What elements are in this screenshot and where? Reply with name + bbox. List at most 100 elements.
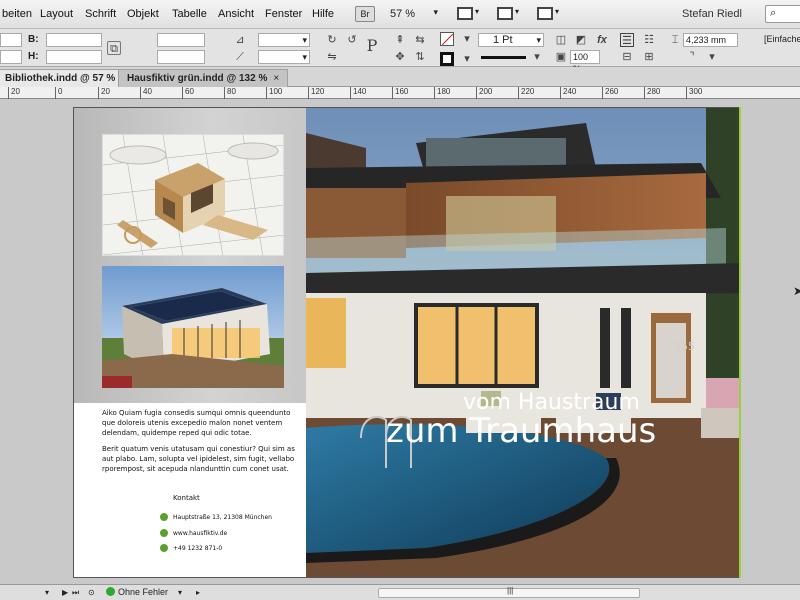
screen-mode-icon (497, 7, 513, 20)
y-field[interactable] (0, 50, 22, 64)
next-page-icon[interactable]: ▶ (62, 588, 68, 597)
control-panel: B: H: ⧉ ⊿ ⟋ ↻ ↺ ⇋ P ⇞ ✥ ⇆ ⇅ ▾ ▾ 1 Pt ▾ ◫… (0, 29, 800, 74)
body-text[interactable]: Aiko Quiam fugia consedis sumqui omnis q… (102, 408, 297, 480)
web-icon (160, 529, 168, 537)
arrange-documents-button[interactable]: ▾ (537, 5, 563, 23)
page-dropdown-icon[interactable]: ▾ (45, 588, 49, 597)
menu-bearbeiten[interactable]: beiten (2, 8, 32, 20)
menu-layout[interactable]: Layout (40, 8, 73, 20)
rotation-field[interactable] (157, 33, 205, 47)
stroke-type-preview[interactable] (481, 56, 526, 59)
distribute-icon[interactable]: ⊞ (642, 50, 656, 64)
headline-line-2[interactable]: zum Traumhaus (386, 411, 656, 451)
body-paragraph: Aiko Quiam fugia consedis sumqui omnis q… (102, 409, 291, 437)
contact-website: www.hausfiktiv.de (173, 530, 228, 537)
document-tabs: Bibliothek.indd @ 57 %× Hausfiktiv grün.… (0, 67, 800, 87)
opacity-field[interactable]: 100 % (570, 50, 600, 74)
tab-hausfiktiv[interactable]: Hausfiktiv grün.indd @ 132 % × (118, 69, 289, 87)
chevron-down-icon: ▾ (709, 51, 715, 63)
user-name[interactable]: Stefan Riedl (682, 8, 742, 20)
screen-mode-button[interactable]: ▾ (497, 5, 523, 23)
scroll-grip-icon: ||| (507, 586, 514, 595)
chevron-down-icon[interactable]: ▾ (178, 588, 182, 597)
chevron-down-icon: ▾ (515, 7, 520, 16)
architecture-plan-image[interactable] (102, 134, 284, 256)
corner-shape-icon[interactable]: ⌝ (685, 50, 699, 64)
preflight-status[interactable]: Ohne Fehler (106, 587, 168, 597)
shear-field[interactable] (157, 50, 205, 64)
object-style-field[interactable]: [Einfacher (762, 33, 800, 47)
status-bar: ▾ ▶ ⏭ ⊙ Ohne Fehler ▾ ▸ ||| (0, 584, 800, 600)
chevron-down-icon: ▾ (433, 7, 438, 17)
horizontal-ruler[interactable]: 20 0 20 40 60 80 100 120 140 160 180 200 220 240 260 28… (0, 87, 800, 99)
chevron-down-icon: ▾ (555, 7, 560, 16)
menu-objekt[interactable]: Objekt (127, 8, 159, 20)
corner-options-icon[interactable]: ◩ (574, 33, 588, 47)
tab-bibliothek[interactable]: Bibliothek.indd @ 57 %× (0, 69, 137, 87)
menu-ansicht[interactable]: Ansicht (218, 8, 254, 20)
horizontal-scrollbar[interactable]: ||| (378, 586, 640, 598)
rotate-ccw-icon[interactable]: ↺ (345, 33, 359, 47)
effects-icon[interactable]: fx (595, 33, 609, 47)
text-wrap-box-icon[interactable]: ☷ (642, 33, 656, 47)
solar-house-image[interactable] (102, 266, 284, 388)
menu-fenster[interactable]: Fenster (265, 8, 302, 20)
rotate-icon[interactable]: ⊿ (233, 33, 247, 47)
fill-swatch[interactable] (440, 52, 454, 66)
shear-icon[interactable]: ⟋ (233, 50, 247, 64)
frame-icon (457, 7, 473, 20)
rotate-cw-icon[interactable]: ↻ (325, 33, 339, 47)
flip-icon[interactable]: ⇋ (325, 50, 339, 64)
select-next-icon[interactable]: ⇅ (413, 50, 427, 64)
rotation-dropdown[interactable] (258, 33, 310, 47)
stroke-weight-dropdown[interactable]: 1 Pt (478, 33, 544, 47)
bridge-button[interactable]: Br (355, 6, 375, 22)
select-container-icon[interactable]: ⇞ (393, 33, 407, 47)
frame-fitting-icon[interactable]: ⌶ (668, 33, 682, 47)
menu-tabelle[interactable]: Tabelle (172, 8, 207, 20)
ruler-tick-label: 20 (98, 87, 110, 99)
last-page-icon[interactable]: ⏭ (72, 588, 79, 598)
search-input[interactable]: ⌕ (765, 5, 800, 23)
ruler-tick-label: 220 (518, 87, 534, 99)
select-content-icon[interactable]: ✥ (393, 50, 407, 64)
stroke-swatch[interactable] (440, 32, 454, 46)
measure-field[interactable]: 4,233 mm (683, 33, 738, 47)
drop-shadow-icon[interactable]: ◫ (554, 33, 568, 47)
ruler-tick-label: 280 (644, 87, 660, 99)
phone-icon (160, 544, 168, 552)
zoom-dropdown[interactable]: 57 % ▾ (386, 6, 442, 23)
bleed-guide (739, 107, 741, 578)
shear-dropdown[interactable] (258, 50, 310, 64)
text-wrap-none-icon[interactable]: ☰ (620, 33, 634, 47)
contact-phone: +49 1232 871-0 (173, 545, 223, 552)
select-previous-icon[interactable]: ⇆ (413, 33, 427, 47)
align-icon[interactable]: ⊟ (620, 50, 634, 64)
ruler-tick-label: 140 (350, 87, 366, 99)
preflight-icon[interactable]: ⊙ (88, 588, 95, 597)
hero-house-image[interactable]: 555 (306, 108, 739, 577)
height-field[interactable] (46, 50, 102, 64)
menu-hilfe[interactable]: Hilfe (312, 8, 334, 20)
width-field[interactable] (46, 33, 102, 47)
location-icon (160, 513, 168, 521)
flip-horizontal-icon[interactable]: P (365, 38, 379, 54)
preflight-menu-icon[interactable]: ▸ (196, 588, 200, 597)
menu-schrift[interactable]: Schrift (85, 8, 116, 20)
ruler-tick-label: 240 (560, 87, 576, 99)
ruler-tick-label: 80 (224, 87, 236, 99)
document-page[interactable]: Aiko Quiam fugia consedis sumqui omnis q… (73, 107, 740, 578)
solar-roof-house-photo (102, 266, 284, 388)
close-icon[interactable]: × (273, 73, 279, 84)
opacity-icon: ▣ (555, 51, 567, 63)
x-field[interactable] (0, 33, 22, 47)
view-options-button[interactable]: ▾ (457, 5, 483, 23)
search-icon: ⌕ (770, 7, 777, 19)
constrain-proportions-icon[interactable]: ⧉ (107, 41, 121, 55)
tab-label: Hausfiktiv grün.indd @ 132 % (127, 73, 268, 84)
left-column: Aiko Quiam fugia consedis sumqui omnis q… (74, 108, 306, 577)
chevron-down-icon: ▾ (534, 51, 540, 63)
stroke-weight-value: 1 Pt (493, 34, 513, 46)
ruler-tick-label: 20 (8, 87, 20, 99)
ruler-tick-label: 40 (140, 87, 152, 99)
